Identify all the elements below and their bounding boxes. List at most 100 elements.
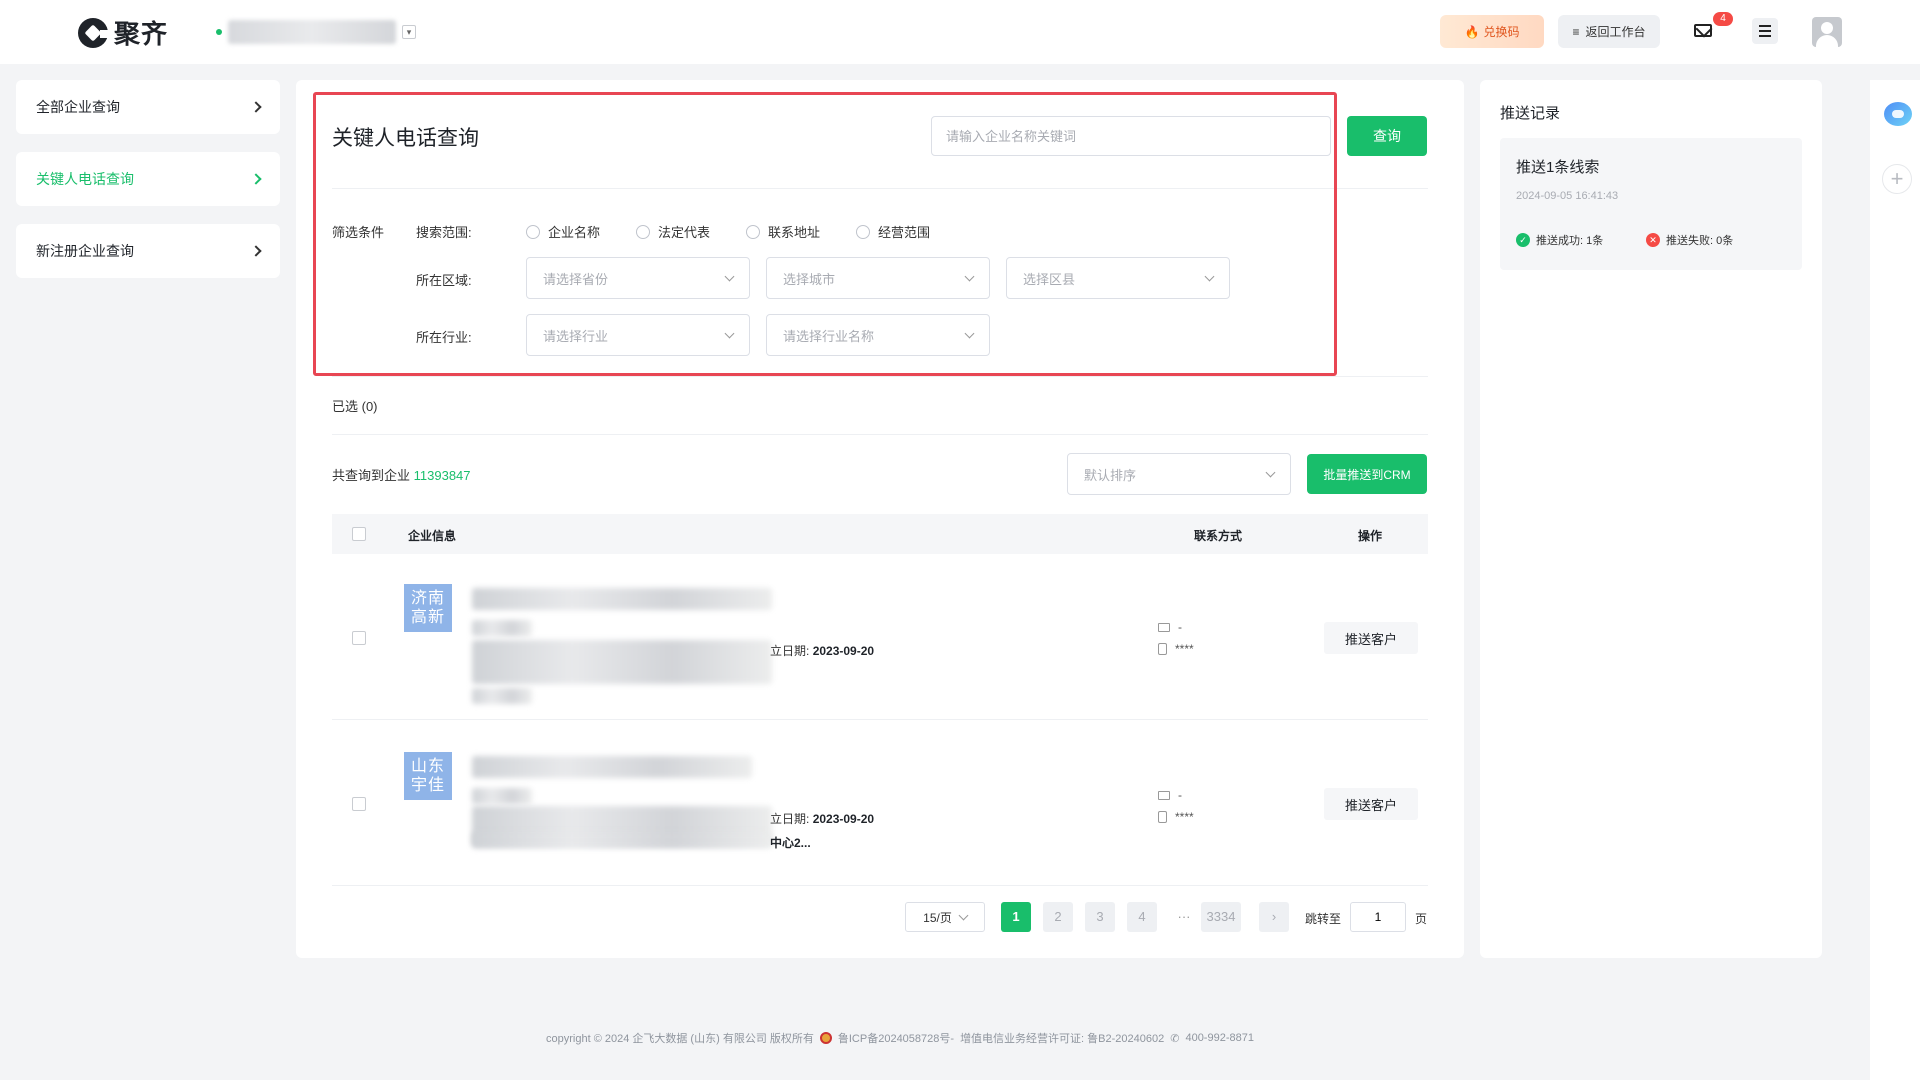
chevron-right-icon — [250, 245, 262, 257]
select-all-checkbox[interactable] — [352, 527, 366, 541]
icp-link[interactable]: 鲁ICP备2024058728号- — [838, 1030, 954, 1046]
chat-icon[interactable] — [1884, 102, 1912, 126]
push-record-panel: 推送记录 推送1条线索 2024-09-05 16:41:43 ✓ 推送成功: 1… — [1480, 80, 1822, 958]
radio-company-name[interactable]: 企业名称 — [526, 222, 600, 241]
redacted-text — [472, 788, 532, 804]
column-contact: 联系方式 — [1194, 529, 1243, 543]
district-select[interactable]: 选择区县 — [1006, 257, 1230, 299]
industry-label: 所在行业: — [416, 330, 472, 345]
page-4[interactable]: 4 — [1127, 902, 1157, 932]
page-1[interactable]: 1 — [1001, 902, 1031, 932]
sidebar-item-all-companies[interactable]: 全部企业查询 — [16, 80, 280, 134]
status-dot-icon — [216, 29, 222, 35]
chevron-down-icon[interactable]: ▾ — [402, 25, 416, 39]
search-input[interactable] — [931, 116, 1331, 156]
industry-name-select[interactable]: 请选择行业名称 — [766, 314, 990, 356]
fire-icon: 🔥 — [1464, 24, 1480, 39]
scope-label: 搜索范围: — [416, 225, 472, 240]
menu-button[interactable] — [1752, 18, 1778, 44]
query-button[interactable]: 查询 — [1347, 116, 1427, 156]
province-select[interactable]: 请选择省份 — [526, 257, 750, 299]
region-label: 所在区域: — [416, 273, 472, 288]
radio-legal-rep[interactable]: 法定代表 — [636, 222, 710, 241]
radio-icon — [526, 224, 540, 239]
redacted-text — [472, 688, 532, 704]
mail-badge: 4 — [1713, 12, 1733, 26]
row-checkbox[interactable] — [352, 631, 366, 645]
result-total: 共查询到企业 11393847 — [332, 468, 471, 483]
page-3[interactable]: 3 — [1085, 902, 1115, 932]
redacted-text — [472, 620, 532, 636]
sidebar-item-key-person-phone[interactable]: 关键人电话查询 — [16, 152, 280, 206]
radio-address[interactable]: 联系地址 — [746, 222, 820, 241]
chevron-right-icon — [250, 173, 262, 185]
push-fail: ✕ 推送失败: 0条 — [1646, 232, 1733, 248]
radio-icon — [636, 224, 650, 239]
industry-select[interactable]: 请选择行业 — [526, 314, 750, 356]
brand-logo[interactable]: 聚齐 — [78, 14, 168, 51]
mail-icon — [1158, 790, 1170, 800]
contact-email: - — [1158, 788, 1182, 802]
divider — [332, 376, 1428, 377]
phone-icon: ✆ — [1170, 1032, 1180, 1045]
org-switcher[interactable]: ▾ — [216, 20, 416, 44]
next-page-button[interactable]: › — [1259, 902, 1289, 932]
redeem-code-button[interactable]: 🔥 兑换码 — [1440, 15, 1544, 48]
column-action: 操作 — [1358, 529, 1383, 543]
company-name-redacted — [472, 588, 772, 610]
radio-business-scope[interactable]: 经营范围 — [856, 222, 930, 241]
chevron-down-icon — [1204, 271, 1215, 281]
sidebar-item-new-registered[interactable]: 新注册企业查询 — [16, 224, 280, 278]
push-customer-button[interactable]: 推送客户 — [1324, 622, 1418, 654]
avatar[interactable] — [1812, 17, 1842, 47]
bulk-push-crm-button[interactable]: 批量推送到CRM — [1307, 454, 1427, 494]
page-title: 关键人电话查询 — [332, 127, 479, 150]
founded-date: 立日期: 2023-09-20 — [770, 812, 875, 826]
chevron-down-icon — [964, 271, 975, 281]
menu-icon — [1759, 25, 1771, 27]
chevron-down-icon — [724, 328, 735, 338]
mail-button[interactable]: 4 — [1692, 12, 1733, 44]
plus-icon[interactable]: + — [1882, 164, 1912, 194]
chevron-down-icon — [958, 910, 969, 920]
push-card-time: 2024-09-05 16:41:43 — [1516, 190, 1619, 202]
mail-icon — [1158, 622, 1170, 632]
page-last[interactable]: 3334 — [1201, 902, 1241, 932]
company-name-redacted — [472, 756, 752, 778]
city-select[interactable]: 选择城市 — [766, 257, 990, 299]
row-checkbox[interactable] — [352, 797, 366, 811]
company-tag: 山东 宇佳 — [404, 752, 452, 800]
table-header: 企业信息 联系方式 操作 — [332, 514, 1428, 554]
result-count: 11393847 — [413, 468, 471, 483]
right-rail: + — [1870, 80, 1920, 1080]
sort-select[interactable]: 默认排序 — [1067, 453, 1291, 495]
redacted-text — [472, 832, 772, 848]
back-to-workbench-button[interactable]: ≡ 返回工作台 — [1558, 15, 1660, 48]
page-size-select[interactable]: 15/页 — [905, 902, 985, 932]
address-text: 中心2... — [770, 836, 811, 850]
push-record-title: 推送记录 — [1500, 105, 1561, 122]
contact-email: - — [1158, 620, 1182, 634]
page-2[interactable]: 2 — [1043, 902, 1073, 932]
radio-icon — [746, 224, 760, 239]
push-record-card[interactable]: 推送1条线索 2024-09-05 16:41:43 ✓ 推送成功: 1条 ✕ 推送… — [1500, 138, 1802, 270]
founded-date: 立日期: 2023-09-20 — [770, 644, 875, 658]
list-icon: ≡ — [1572, 24, 1580, 39]
push-customer-button[interactable]: 推送客户 — [1324, 788, 1418, 820]
selected-count: 已选 (0) — [332, 399, 378, 414]
push-card-title: 推送1条线索 — [1516, 159, 1600, 176]
logo-icon — [78, 17, 110, 48]
close-icon: ✕ — [1646, 233, 1660, 247]
mail-icon — [1694, 24, 1712, 37]
contact-phone: **** — [1158, 642, 1194, 656]
police-badge-icon — [819, 1032, 832, 1044]
top-bar: 聚齐 ▾ 🔥 兑换码 ≡ 返回工作台 4 — [0, 0, 1920, 64]
jump-label: 跳转至 — [1305, 912, 1342, 926]
chevron-down-icon — [1265, 467, 1276, 477]
company-tag: 济南 高新 — [404, 584, 452, 632]
redacted-text — [472, 640, 772, 684]
jump-page-input[interactable] — [1350, 902, 1406, 932]
page-ellipsis[interactable]: ··· — [1169, 902, 1199, 932]
table-row: 济南 高新 立日期: 2023-09-20 - **** 推送客户 — [332, 554, 1428, 720]
phone-icon — [1158, 811, 1167, 823]
